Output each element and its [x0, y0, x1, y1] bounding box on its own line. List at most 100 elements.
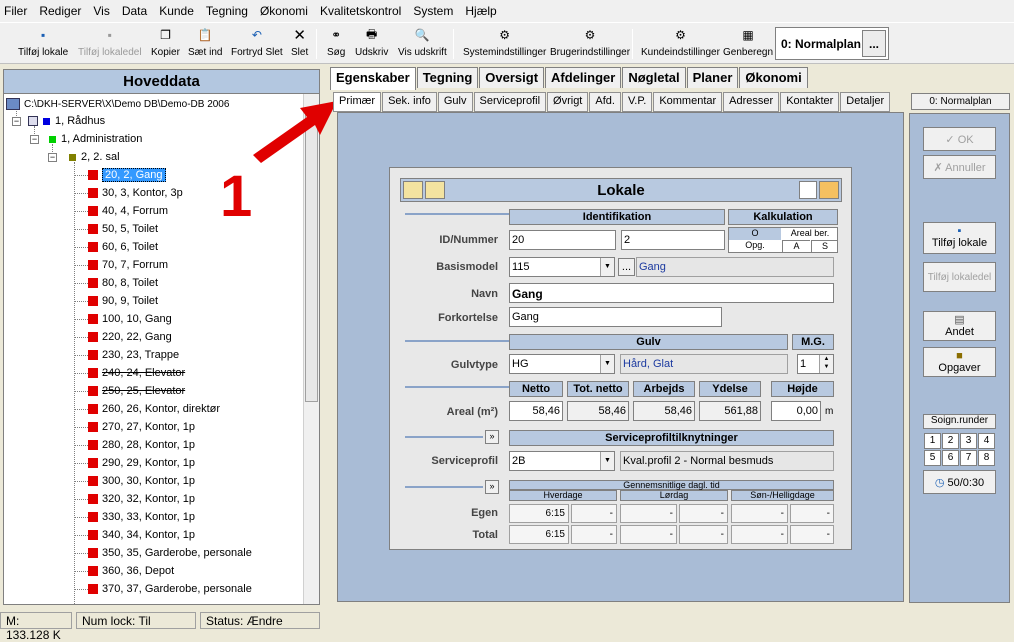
sub-tab[interactable]: Adresser	[723, 92, 780, 112]
round-number-button[interactable]: 7	[960, 450, 977, 466]
collapse-toggle[interactable]: −	[30, 135, 39, 144]
print-preview-button[interactable]: 🔍 Vis udskrift	[398, 27, 447, 58]
main-tab[interactable]: Planer	[686, 67, 739, 88]
round-number-button[interactable]: 3	[960, 433, 977, 449]
tree-room-item[interactable]: 250, 25, Elevator	[88, 383, 185, 399]
tree-room-item[interactable]: 280, 28, Kontor, 1p	[88, 437, 195, 453]
menu-filer[interactable]: Filer	[4, 4, 27, 18]
round-number-button[interactable]: 1	[924, 433, 941, 449]
add-roompart-side-button[interactable]: Tilføj lokaledel	[923, 262, 996, 292]
tree-room-item[interactable]: 50, 5, Toilet	[88, 221, 158, 237]
sub-tab[interactable]: Kommentar	[653, 92, 723, 112]
ok-button[interactable]: ✓ OK	[923, 127, 996, 151]
round-number-button[interactable]: 6	[942, 450, 959, 466]
folder-icon[interactable]	[403, 181, 423, 199]
delete-button[interactable]: ✕ Slet	[291, 27, 308, 58]
other-button[interactable]: ▤ Andet	[923, 311, 996, 341]
tree-room-item[interactable]: 60, 6, Toilet	[88, 239, 158, 255]
tree-room-item[interactable]: 80, 8, Toilet	[88, 275, 158, 291]
chevron-down-icon[interactable]: ▼	[600, 355, 614, 373]
tree-room-item[interactable]: 340, 34, Kontor, 1p	[88, 527, 195, 543]
tree-room-item[interactable]: 90, 9, Toilet	[88, 293, 158, 309]
serviceprofile-expand-button[interactable]: »	[485, 430, 499, 444]
tasks-button[interactable]: ■ Opgaver	[923, 347, 996, 377]
height-field[interactable]: 0,00	[771, 401, 821, 421]
tree-department[interactable]: 1, Administration	[49, 131, 142, 147]
sub-tab[interactable]: Detaljer	[840, 92, 891, 112]
tree-building[interactable]: 1, Rådhus	[28, 113, 105, 129]
menu-kvalitetskontrol[interactable]: Kvalitetskontrol	[320, 4, 401, 18]
recalculate-button[interactable]: ▦ Genberegn	[723, 27, 773, 58]
tree-room-item[interactable]: 20, 2, Gang	[88, 167, 166, 183]
round-number-button[interactable]: 5	[924, 450, 941, 466]
main-tab[interactable]: Egenskaber	[330, 67, 416, 90]
tree-room-item[interactable]: 100, 10, Gang	[88, 311, 172, 327]
add-room-button[interactable]: ▪ Tilføj lokale	[18, 27, 68, 58]
tree-room-item[interactable]: 360, 36, Depot	[88, 563, 174, 579]
collapse-toggle[interactable]: −	[12, 117, 21, 126]
main-tab[interactable]: Oversigt	[479, 67, 545, 88]
round-number-button[interactable]: 2	[942, 433, 959, 449]
chevron-down-icon[interactable]: ▼	[600, 452, 614, 470]
sub-tab[interactable]: Primær	[333, 92, 382, 112]
tree-room-item[interactable]: 220, 22, Gang	[88, 329, 172, 345]
main-tab[interactable]: Økonomi	[739, 67, 808, 88]
menu-kunde[interactable]: Kunde	[159, 4, 194, 18]
sub-tab[interactable]: Afd.	[589, 92, 621, 112]
add-roompart-button[interactable]: ▪ Tilføj lokaledel	[78, 27, 142, 58]
cancel-button[interactable]: ✗ Annuller	[923, 155, 996, 179]
customer-settings-button[interactable]: ⚙ Kundeindstillinger	[641, 27, 720, 58]
sub-tab[interactable]: V.P.	[621, 92, 653, 112]
main-tab[interactable]: Tegning	[416, 67, 479, 88]
tree-room-item[interactable]: 290, 29, Kontor, 1p	[88, 455, 195, 471]
plan-selector[interactable]: 0: Normalplan...	[775, 27, 889, 60]
print-button[interactable]: 🖶 Udskriv	[355, 27, 388, 59]
paste-button[interactable]: 📋 Sæt ind	[188, 27, 222, 58]
menu-tegning[interactable]: Tegning	[206, 4, 248, 18]
sub-tab[interactable]: Øvrigt	[547, 92, 589, 112]
pencil-icon[interactable]	[819, 181, 839, 199]
plan-selector-button[interactable]: ...	[862, 30, 886, 57]
system-settings-button[interactable]: ⚙ Systemindstillinger	[463, 27, 546, 58]
folder-photo-icon[interactable]	[425, 181, 445, 199]
tree-room-item[interactable]: 350, 35, Garderobe, personale	[88, 545, 252, 561]
main-tab[interactable]: Nøgletal	[622, 67, 686, 88]
search-button[interactable]: ⚭ Søg	[327, 27, 345, 58]
chevron-down-icon[interactable]: ▼	[600, 258, 614, 276]
menu-hjaelp[interactable]: Hjælp	[465, 4, 496, 18]
sub-tab[interactable]: Kontakter	[780, 92, 840, 112]
tree-room-item[interactable]: 40, 4, Forrum	[88, 203, 168, 219]
basismodel-browse-button[interactable]: ...	[618, 258, 635, 276]
tree-room-item[interactable]: 330, 33, Kontor, 1p	[88, 509, 195, 525]
user-settings-button[interactable]: ⚙ Brugerindstillinger	[550, 27, 630, 58]
number-field[interactable]: 2	[621, 230, 725, 250]
tree-room-item[interactable]: 270, 27, Kontor, 1p	[88, 419, 195, 435]
round-number-button[interactable]: 4	[978, 433, 995, 449]
tree-room-item[interactable]: 260, 26, Kontor, direktør	[88, 401, 220, 417]
menu-okonomi[interactable]: Økonomi	[260, 4, 308, 18]
timer-button[interactable]: ◷ 50/0:30	[923, 470, 996, 494]
tree-scrollbar[interactable]	[303, 94, 319, 604]
tree-room-item[interactable]: 240, 24, Elevator	[88, 365, 185, 381]
serviceprofile-select[interactable]: 2B ▼	[509, 451, 615, 471]
collapse-toggle[interactable]: −	[48, 153, 57, 162]
copy-button[interactable]: ❐ Kopier	[151, 27, 180, 58]
tree-room-item[interactable]: 300, 30, Kontor, 1p	[88, 473, 195, 489]
calculator-icon[interactable]	[799, 181, 817, 199]
tree-room-item[interactable]: 370, 37, Garderobe, personale	[88, 581, 252, 597]
tree-room-item[interactable]: 230, 23, Trappe	[88, 347, 179, 363]
add-room-side-button[interactable]: ▪ Tilføj lokale	[923, 222, 996, 254]
daily-time-expand-button[interactable]: »	[485, 480, 499, 494]
round-number-button[interactable]: 8	[978, 450, 995, 466]
name-field[interactable]: Gang	[509, 283, 834, 303]
stepper-arrows-icon[interactable]: ▲ ▼	[819, 355, 833, 373]
floor-type-select[interactable]: HG ▼	[509, 354, 615, 374]
net-area-field[interactable]: 58,46	[509, 401, 563, 421]
tree-root[interactable]: C:\DKH-SERVER\X\Demo DB\Demo-DB 2006	[6, 96, 229, 112]
sub-tab[interactable]: Sek. info	[382, 92, 437, 112]
main-tab[interactable]: Afdelinger	[545, 67, 622, 88]
id-field[interactable]: 20	[509, 230, 616, 250]
abbreviation-field[interactable]: Gang	[509, 307, 722, 327]
tree-room-item[interactable]: 70, 7, Forrum	[88, 257, 168, 273]
basismodel-select[interactable]: 115 ▼	[509, 257, 615, 277]
